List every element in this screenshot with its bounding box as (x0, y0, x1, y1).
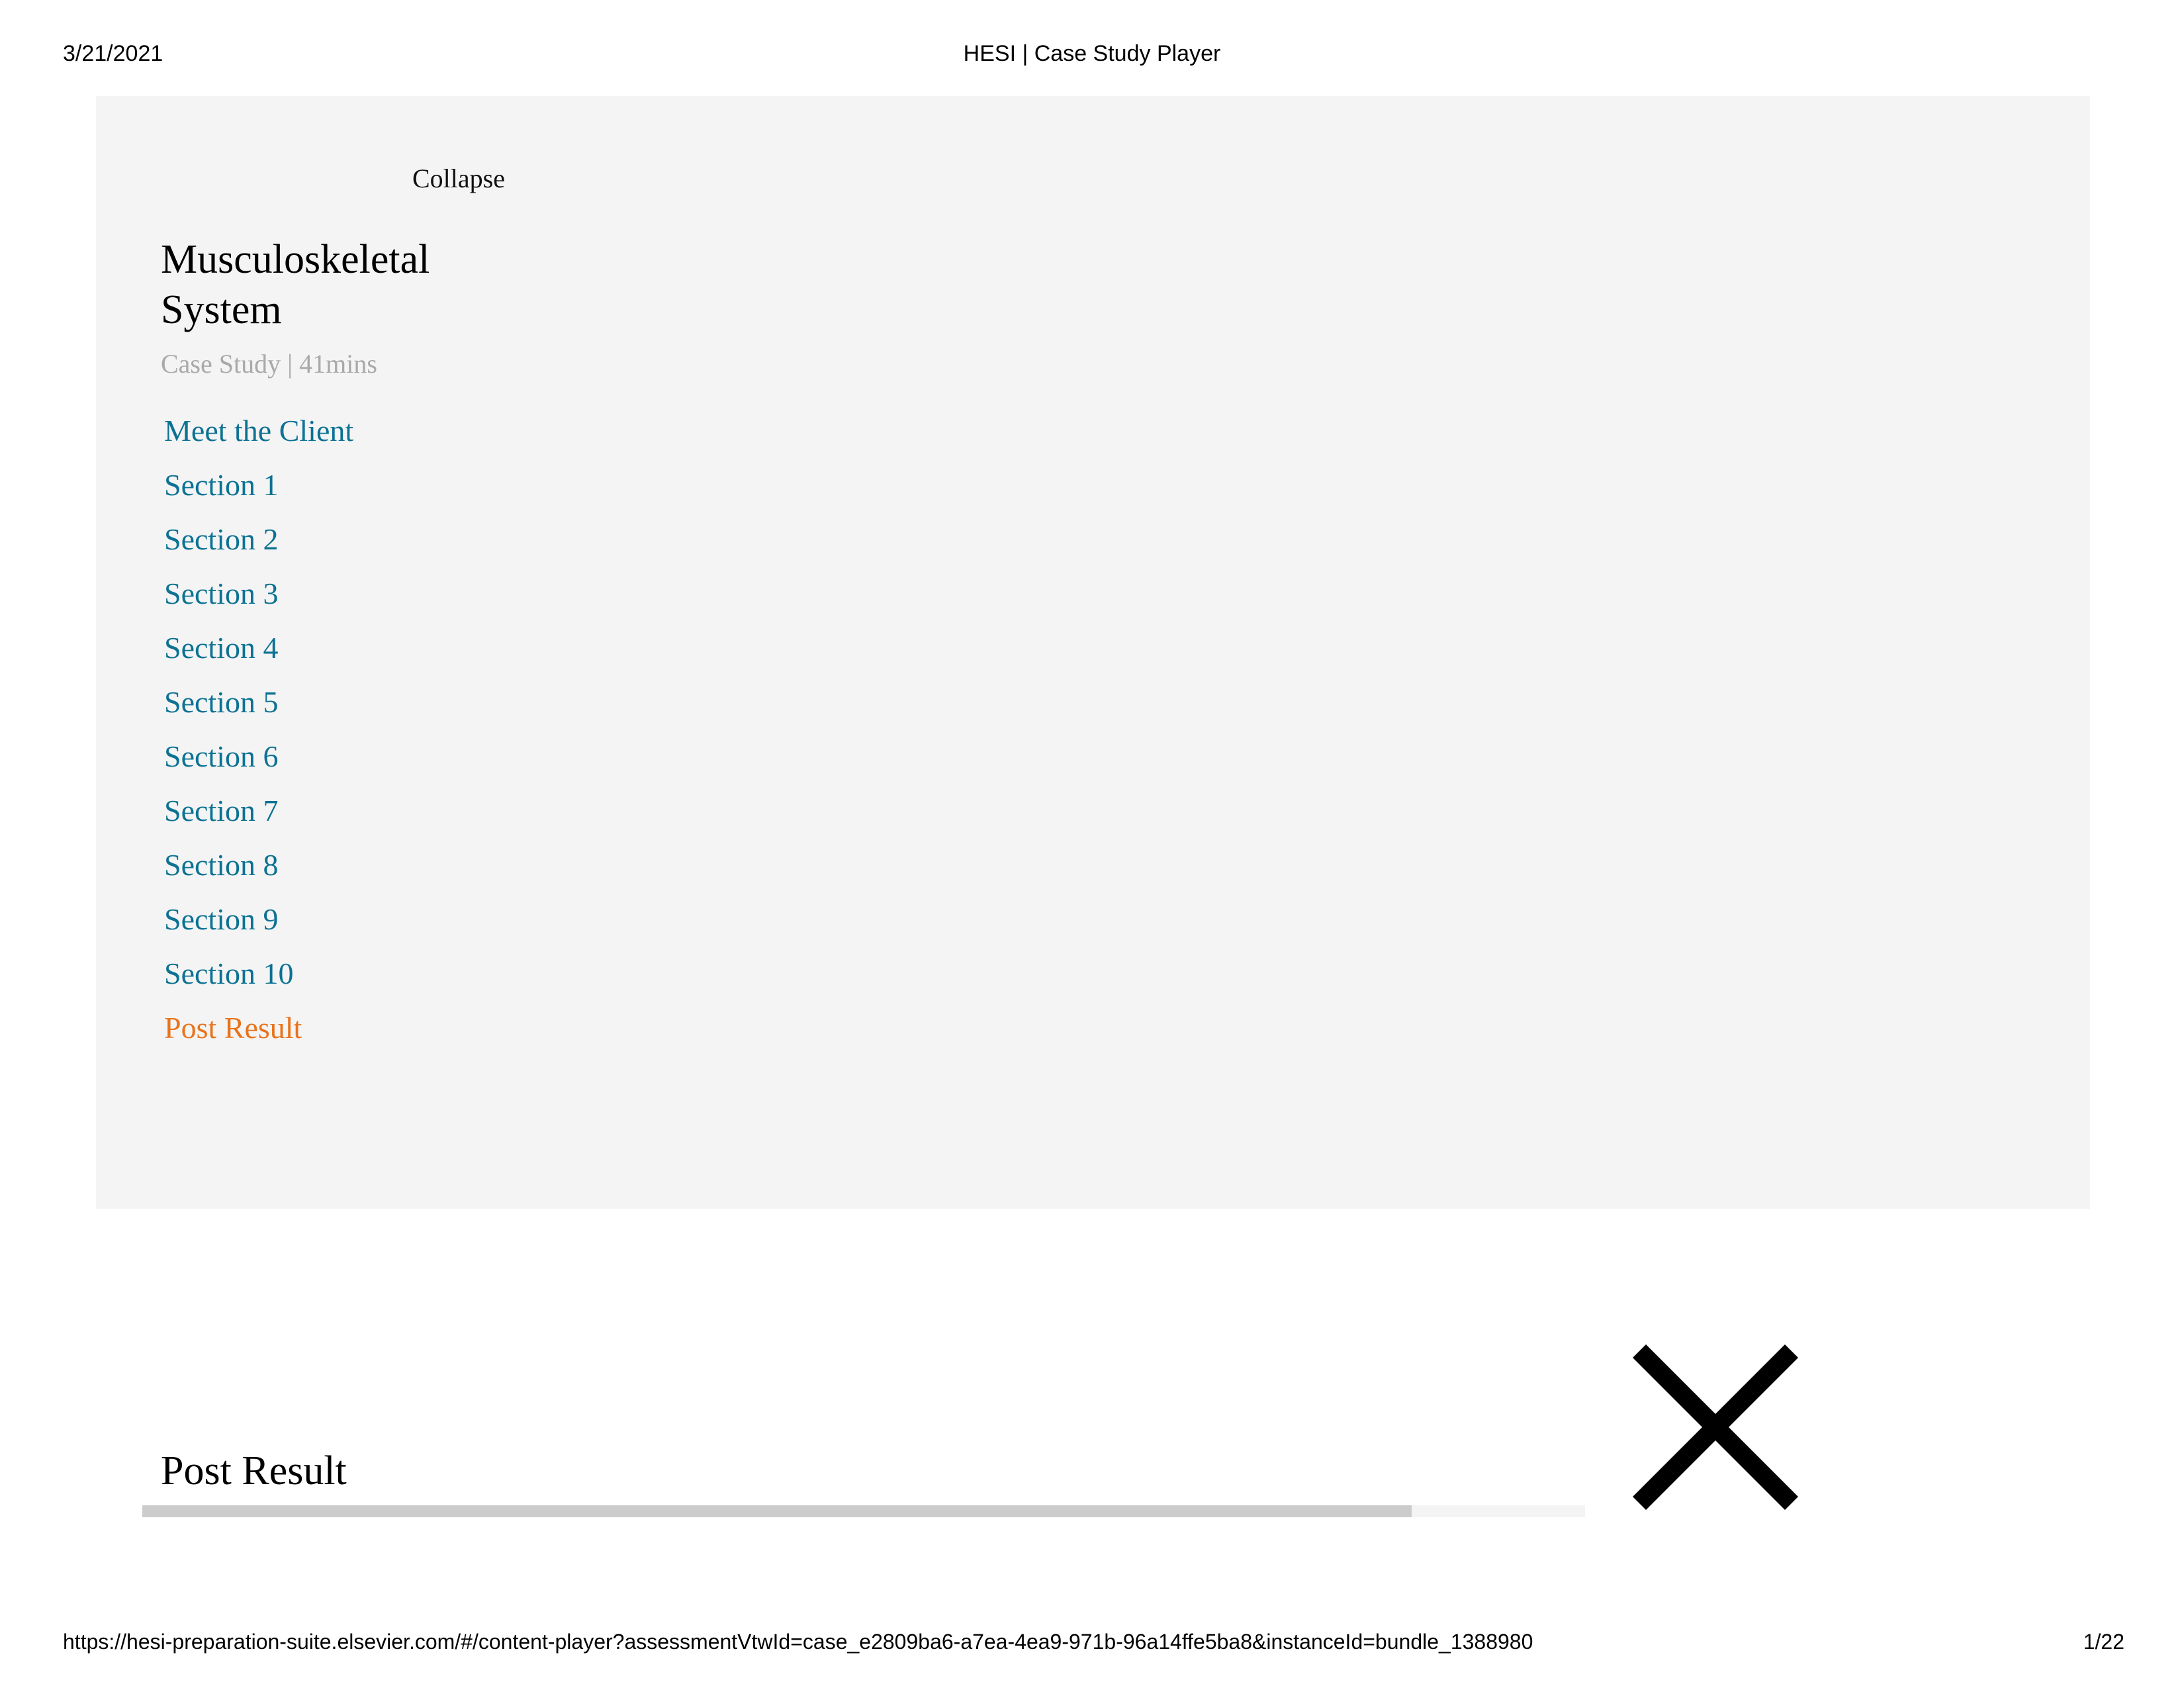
print-page-title: HESI | Case Study Player (963, 41, 1221, 66)
section-list-item[interactable]: Section 9 (164, 892, 760, 947)
case-meta: Case Study | 41mins (161, 349, 377, 379)
section-list-item[interactable]: Section 4 (164, 621, 760, 675)
section-list-item[interactable]: Section 3 (164, 567, 760, 621)
case-navigation-panel: Collapse Musculoskeletal System Case Stu… (96, 96, 2090, 1209)
section-list-item[interactable]: Section 7 (164, 784, 760, 838)
collapse-button[interactable]: Collapse (412, 165, 505, 192)
case-title: Musculoskeletal System (161, 237, 430, 332)
page-heading: Post Result (161, 1448, 347, 1493)
print-footer: https://hesi-preparation-suite.elsevier.… (0, 1606, 2184, 1688)
section-list-item[interactable]: Section 8 (164, 838, 760, 892)
section-list-item[interactable]: Post Result (164, 1001, 760, 1055)
section-list: Meet the Client Section 1 Section 2 Section… (164, 404, 760, 1055)
print-header: 3/21/2021 HESI | Case Study Player (0, 0, 2184, 96)
progress-bar-track (142, 1505, 1585, 1517)
footer-page-number: 1/22 (2083, 1630, 2124, 1654)
section-list-item[interactable]: Section 5 (164, 675, 760, 729)
content-area: Post Result (0, 1209, 2184, 1606)
close-icon[interactable] (1630, 1344, 1801, 1510)
section-list-item[interactable]: Meet the Client (164, 404, 760, 458)
footer-url: https://hesi-preparation-suite.elsevier.… (63, 1630, 1533, 1654)
section-list-item[interactable]: Section 6 (164, 729, 760, 784)
section-list-item[interactable]: Section 10 (164, 947, 760, 1001)
progress-bar-fill (142, 1505, 1412, 1517)
section-list-item[interactable]: Section 2 (164, 512, 760, 567)
section-list-item[interactable]: Section 1 (164, 458, 760, 512)
